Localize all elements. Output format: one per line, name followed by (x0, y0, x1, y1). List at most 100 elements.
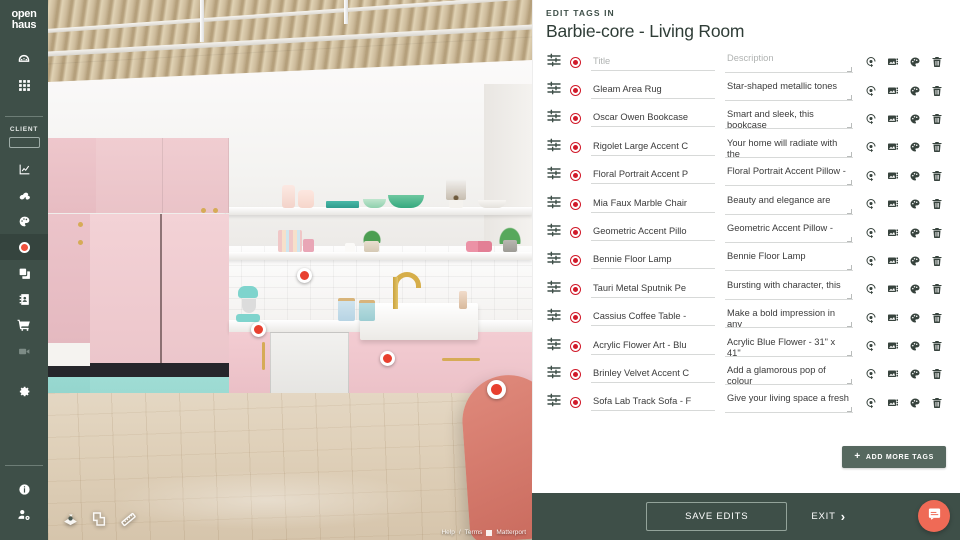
tag-color-dot[interactable] (568, 57, 582, 67)
sidebar-item-account[interactable] (0, 502, 48, 528)
palette-icon[interactable] (904, 81, 926, 101)
trash-icon[interactable] (926, 393, 948, 413)
tag-description-input[interactable] (725, 278, 853, 300)
palette-icon[interactable] (904, 308, 926, 328)
help-link[interactable]: Help (441, 529, 454, 536)
sidebar-item-layers[interactable] (0, 260, 48, 286)
sidebar-item-palette[interactable] (0, 208, 48, 234)
palette-icon[interactable] (904, 251, 926, 271)
sidebar-item-info[interactable] (0, 476, 48, 502)
tag-description-input[interactable] (725, 363, 853, 385)
tag-title-input[interactable] (591, 280, 715, 298)
drag-handle-icon[interactable] (546, 52, 562, 73)
tag-color-dot[interactable] (568, 171, 582, 181)
floorplan-icon[interactable] (91, 511, 108, 528)
trash-icon[interactable] (926, 336, 948, 356)
palette-icon[interactable] (904, 393, 926, 413)
trash-icon[interactable] (926, 166, 948, 186)
palette-icon[interactable] (904, 223, 926, 243)
tag-title-input[interactable] (591, 138, 715, 156)
reposition-tag-icon[interactable] (860, 308, 882, 328)
tag-title-input[interactable] (591, 252, 715, 270)
sidebar-item-materials[interactable] (0, 182, 48, 208)
tag-title-input[interactable] (591, 337, 715, 355)
photos-icon[interactable] (882, 393, 904, 413)
client-selector[interactable] (8, 137, 40, 148)
tag-color-dot[interactable] (568, 114, 582, 124)
photos-icon[interactable] (882, 308, 904, 328)
sidebar-item-video[interactable] (0, 338, 48, 364)
palette-icon[interactable] (904, 336, 926, 356)
viewer-tag-marker[interactable] (297, 268, 312, 283)
walkthrough-icon[interactable] (62, 511, 79, 528)
tag-title-input[interactable] (591, 195, 715, 213)
photos-icon[interactable] (882, 364, 904, 384)
photos-icon[interactable] (882, 109, 904, 129)
trash-icon[interactable] (926, 194, 948, 214)
drag-handle-icon[interactable] (546, 250, 562, 271)
terms-link[interactable]: Terms (465, 529, 483, 536)
tag-description-input[interactable] (725, 136, 853, 158)
trash-icon[interactable] (926, 109, 948, 129)
sidebar-item-tags[interactable] (0, 234, 48, 260)
drag-handle-icon[interactable] (546, 392, 562, 413)
reposition-tag-icon[interactable] (860, 364, 882, 384)
palette-icon[interactable] (904, 137, 926, 157)
tag-description-input[interactable] (725, 250, 853, 272)
tag-title-input[interactable] (591, 167, 715, 185)
palette-icon[interactable] (904, 194, 926, 214)
photos-icon[interactable] (882, 279, 904, 299)
tag-description-input[interactable] (725, 165, 853, 187)
reposition-tag-icon[interactable] (860, 336, 882, 356)
tag-color-dot[interactable] (568, 398, 582, 408)
drag-handle-icon[interactable] (546, 222, 562, 243)
reposition-tag-icon[interactable] (860, 393, 882, 413)
tag-description-input[interactable] (725, 108, 853, 130)
tag-description-input[interactable] (725, 80, 853, 102)
tag-color-dot[interactable] (568, 284, 582, 294)
add-more-tags-button[interactable]: + ADD MORE TAGS (842, 446, 946, 468)
tag-description-input[interactable] (725, 51, 853, 73)
reposition-tag-icon[interactable] (860, 109, 882, 129)
tag-title-input[interactable] (591, 82, 715, 100)
reposition-tag-icon[interactable] (860, 52, 882, 72)
trash-icon[interactable] (926, 81, 948, 101)
trash-icon[interactable] (926, 251, 948, 271)
viewer-tag-marker[interactable] (487, 380, 506, 399)
tag-color-dot[interactable] (568, 142, 582, 152)
trash-icon[interactable] (926, 364, 948, 384)
trash-icon[interactable] (926, 279, 948, 299)
palette-icon[interactable] (904, 364, 926, 384)
tag-color-dot[interactable] (568, 86, 582, 96)
tag-title-input[interactable] (591, 110, 715, 128)
drag-handle-icon[interactable] (546, 80, 562, 101)
tag-title-input[interactable] (591, 309, 715, 327)
drag-handle-icon[interactable] (546, 137, 562, 158)
trash-icon[interactable] (926, 137, 948, 157)
tag-color-dot[interactable] (568, 199, 582, 209)
photos-icon[interactable] (882, 166, 904, 186)
drag-handle-icon[interactable] (546, 336, 562, 357)
photos-icon[interactable] (882, 223, 904, 243)
palette-icon[interactable] (904, 166, 926, 186)
sidebar-item-dashboard[interactable] (0, 46, 48, 72)
drag-handle-icon[interactable] (546, 279, 562, 300)
drag-handle-icon[interactable] (546, 307, 562, 328)
tag-color-dot[interactable] (568, 369, 582, 379)
chat-launcher-button[interactable] (918, 500, 950, 532)
tag-description-input[interactable] (725, 222, 853, 244)
tag-color-dot[interactable] (568, 341, 582, 351)
tag-color-dot[interactable] (568, 228, 582, 238)
tag-description-input[interactable] (725, 307, 853, 329)
photos-icon[interactable] (882, 81, 904, 101)
sidebar-item-settings[interactable] (0, 377, 48, 403)
tag-description-input[interactable] (725, 335, 853, 357)
photos-icon[interactable] (882, 137, 904, 157)
sidebar-item-contacts[interactable] (0, 286, 48, 312)
tag-color-dot[interactable] (568, 256, 582, 266)
reposition-tag-icon[interactable] (860, 166, 882, 186)
sidebar-item-shop[interactable] (0, 312, 48, 338)
viewer-tag-marker[interactable] (251, 322, 266, 337)
trash-icon[interactable] (926, 223, 948, 243)
trash-icon[interactable] (926, 52, 948, 72)
